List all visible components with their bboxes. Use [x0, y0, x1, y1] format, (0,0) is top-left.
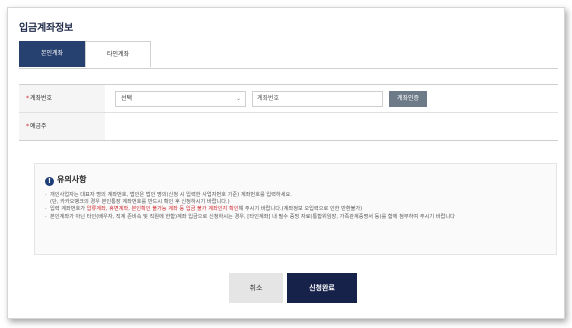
account-info-panel: 입금계좌정보 본인계좌 타인계좌 *계좌번호 선택 ⌄ 계좌번호 계좌인증 *예…	[7, 7, 565, 319]
account-holder-label-text: 예금주	[30, 123, 47, 130]
account-holder-label: *예금주	[19, 113, 105, 140]
account-number-label: *계좌번호	[19, 85, 105, 112]
submit-button[interactable]: 신청완료	[287, 273, 357, 303]
notice-item-warning: 압류계좌, 휴면계좌, 본인확인 불가능 계좌 등 입금 불가 계좌인지 확인	[86, 206, 239, 213]
account-holder-row: *예금주	[19, 113, 558, 140]
notice-item-prefix: 입력 계좌번호가	[50, 206, 87, 213]
cancel-button[interactable]: 취소	[229, 273, 283, 303]
account-number-label-text: 계좌번호	[30, 95, 53, 102]
notice-item-suffix: 해 주시기 바랍니다.(계좌정보 오입력으로 인한 반환불가)	[238, 206, 363, 213]
chevron-down-icon: ⌄	[235, 95, 241, 102]
account-number-row: *계좌번호 선택 ⌄ 계좌번호 계좌인증	[19, 85, 558, 113]
notice-item: 입력 계좌번호가 압류계좌, 휴면계좌, 본인확인 불가능 계좌 등 입금 불가…	[45, 206, 550, 213]
tab-other-account[interactable]: 타인계좌	[85, 41, 151, 67]
notice-box: !유의사항 개인사업자는 대표자 명의 계좌번호, 법인은 법인 명의(신청 시…	[34, 163, 557, 255]
notice-item-text: 본인계좌가 아닌 타인(배우자, 직계 존비속 및 직원에 한함)계좌 입금으로…	[50, 213, 455, 220]
notice-title: 유의사항	[57, 175, 87, 184]
verify-account-button[interactable]: 계좌인증	[389, 91, 427, 107]
bank-select-value: 선택	[121, 95, 133, 102]
account-number-placeholder: 계좌번호	[257, 95, 280, 102]
tab-own-account[interactable]: 본인계좌	[19, 41, 85, 67]
notice-item: 본인계좌가 아닌 타인(배우자, 직계 존비속 및 직원에 한함)계좌 입금으로…	[45, 214, 550, 221]
notice-item-subtext: (단, 카카오뱅크의 경우 본인통장 계좌번호를 반드시 확인 후 신청하시기 …	[50, 199, 230, 206]
notice-list: 개인사업자는 대표자 명의 계좌번호, 법인은 법인 명의(신청 시 입력한 사…	[45, 192, 550, 221]
notice-heading: ! 유의사항	[45, 174, 86, 186]
account-type-tabs: 본인계좌 타인계좌	[19, 41, 558, 69]
account-form: *계좌번호 선택 ⌄ 계좌번호 계좌인증 *예금주	[19, 84, 558, 141]
page-title: 입금계좌정보	[19, 23, 73, 34]
bank-select[interactable]: 선택 ⌄	[115, 91, 246, 107]
required-mark: *	[26, 95, 29, 102]
account-number-input[interactable]: 계좌번호	[252, 91, 383, 107]
notice-item: 개인사업자는 대표자 명의 계좌번호, 법인은 법인 명의(신청 시 입력한 사…	[45, 192, 550, 206]
exclamation-icon: !	[45, 177, 54, 186]
required-mark: *	[26, 123, 29, 130]
notice-item-text: 개인사업자는 대표자 명의 계좌번호, 법인은 법인 명의(신청 시 입력한 사…	[50, 192, 292, 198]
